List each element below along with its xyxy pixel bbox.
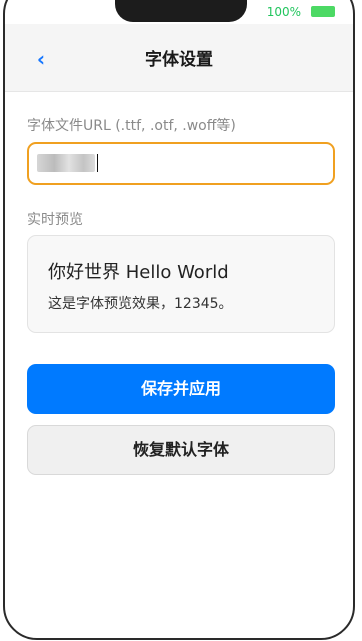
save-apply-button[interactable]: 保存并应用 bbox=[27, 364, 335, 414]
phone-frame: 下午05:24 100% ‹ 字体设置 字体文件URL (.ttf, .otf,… bbox=[3, 0, 355, 640]
font-preview-box: 你好世界 Hello World 这是字体预览效果，12345。 bbox=[27, 235, 335, 333]
preview-title-text: 你好世界 Hello World bbox=[48, 262, 229, 283]
text-caret bbox=[97, 154, 98, 172]
status-time: 下午05:24 bbox=[29, 6, 92, 20]
reset-font-button[interactable]: 恢复默认字体 bbox=[27, 425, 335, 475]
navigation-bar: ‹ 字体设置 bbox=[5, 24, 353, 92]
notch bbox=[115, 0, 247, 22]
battery-icon bbox=[311, 6, 335, 17]
redacted-input-text bbox=[37, 154, 95, 172]
battery-percentage: 100% bbox=[266, 5, 301, 19]
page-title: 字体设置 bbox=[145, 50, 213, 70]
preview-body-text: 这是字体预览效果，12345。 bbox=[48, 296, 233, 312]
preview-label: 实时预览 bbox=[27, 212, 83, 228]
font-url-label: 字体文件URL (.ttf, .otf, .woff等) bbox=[27, 118, 236, 134]
